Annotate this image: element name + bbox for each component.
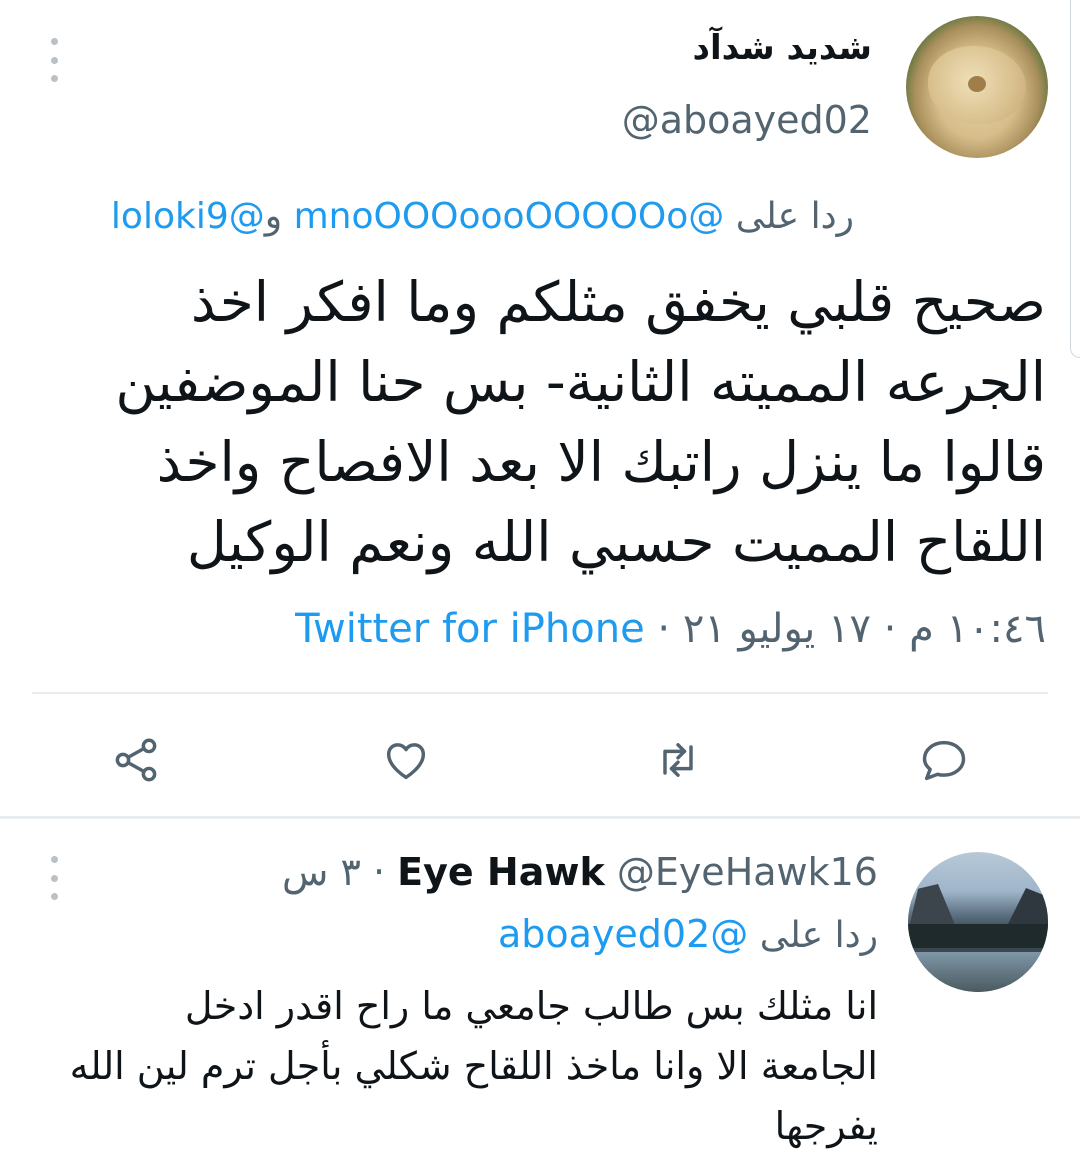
tweet-text-line: انا مثلك بس طالب جامعي ما راح اقدر ادخل: [184, 984, 878, 1028]
retweet-button[interactable]: [650, 732, 706, 788]
tweet-text-line: الجامعة الا وانا ماخذ اللقاح شكلي بأجل ت…: [69, 1044, 878, 1088]
more-dot-icon: [50, 56, 58, 64]
mention-link[interactable]: @aboayed02: [498, 912, 748, 956]
tweet-text: انا مثلك بس طالب جامعي ما راح اقدر ادخل …: [18, 976, 878, 1156]
divider: [0, 816, 1080, 819]
tweet-date: ١٧ يوليو ٢١: [682, 606, 871, 652]
replying-to: ردا على @mnoOOOoooOOOOOo و@loloki9: [111, 196, 854, 237]
tweet-text-line: اللقاح المميت حسبي الله ونعم الوكيل: [186, 510, 1046, 574]
tweet-time: ١٠:٤٦ م: [909, 606, 1046, 652]
replying-to-joiner: و: [264, 196, 283, 237]
replying-to-prefix: ردا على: [735, 196, 854, 237]
avatar[interactable]: [906, 16, 1048, 158]
author-handle[interactable]: @EyeHawk16: [617, 850, 878, 894]
author-handle[interactable]: @aboayed02: [622, 98, 872, 142]
more-dot-icon: [50, 856, 58, 863]
more-dot-icon: [50, 893, 58, 900]
divider: [32, 692, 1048, 694]
author-display-name[interactable]: Eye Hawk: [397, 850, 605, 894]
avatar[interactable]: [908, 852, 1048, 992]
like-button[interactable]: [378, 732, 434, 788]
avatar-image-detail: [968, 76, 986, 92]
more-dot-icon: [50, 874, 58, 882]
meta-separator: ·: [883, 606, 897, 652]
scrollbar[interactable]: [1070, 0, 1080, 358]
tweet-text-line: الجرعه المميته الثانية- بس حنا الموضفين: [115, 350, 1046, 414]
mention-link[interactable]: @loloki9: [111, 196, 265, 237]
author-display-name[interactable]: شديد شدآد: [693, 28, 873, 68]
avatar-image: [908, 924, 1048, 948]
mention-link[interactable]: @mnoOOOoooOOOOOo: [294, 196, 725, 237]
share-icon: [115, 738, 157, 782]
tweet-text-line: يفرجها: [774, 1104, 878, 1148]
tweet-meta: ١٠:٤٦ م · ١٧ يوليو ٢١ · Twitter for iPho…: [295, 606, 1046, 652]
more-options-button[interactable]: [42, 856, 66, 900]
tweet-time[interactable]: ٣ س: [282, 850, 361, 894]
replying-to: ردا على @aboayed02: [498, 912, 878, 956]
retweet-icon: [663, 743, 693, 777]
tweet-text-line: صحيح قلبي يخفق مثلكم وما افكر اخذ: [190, 270, 1046, 334]
share-button[interactable]: [108, 732, 164, 788]
like-icon: [386, 743, 426, 780]
meta-separator: ·: [372, 850, 386, 894]
meta-separator: ·: [657, 606, 671, 652]
more-dot-icon: [50, 38, 58, 45]
more-dot-icon: [50, 75, 58, 82]
more-options-button[interactable]: [42, 38, 66, 82]
tweet-source-link[interactable]: Twitter for iPhone: [295, 606, 645, 652]
replying-to-prefix: ردا على: [759, 915, 878, 956]
avatar-image: [908, 952, 1048, 992]
tweet-thread: شديد شدآد @aboayed02 ردا على @mnoOOOoooO…: [0, 0, 1080, 1173]
reply-icon: [922, 740, 966, 781]
reply-button[interactable]: [916, 732, 972, 788]
tweet-text: صحيح قلبي يخفق مثلكم وما افكر اخذ الجرعه…: [46, 262, 1046, 582]
tweet-text-line: قالوا ما ينزل راتبك الا بعد الافصاح واخذ: [156, 430, 1046, 494]
reply-header: Eye Hawk @EyeHawk16 · ٣ س: [282, 850, 878, 894]
